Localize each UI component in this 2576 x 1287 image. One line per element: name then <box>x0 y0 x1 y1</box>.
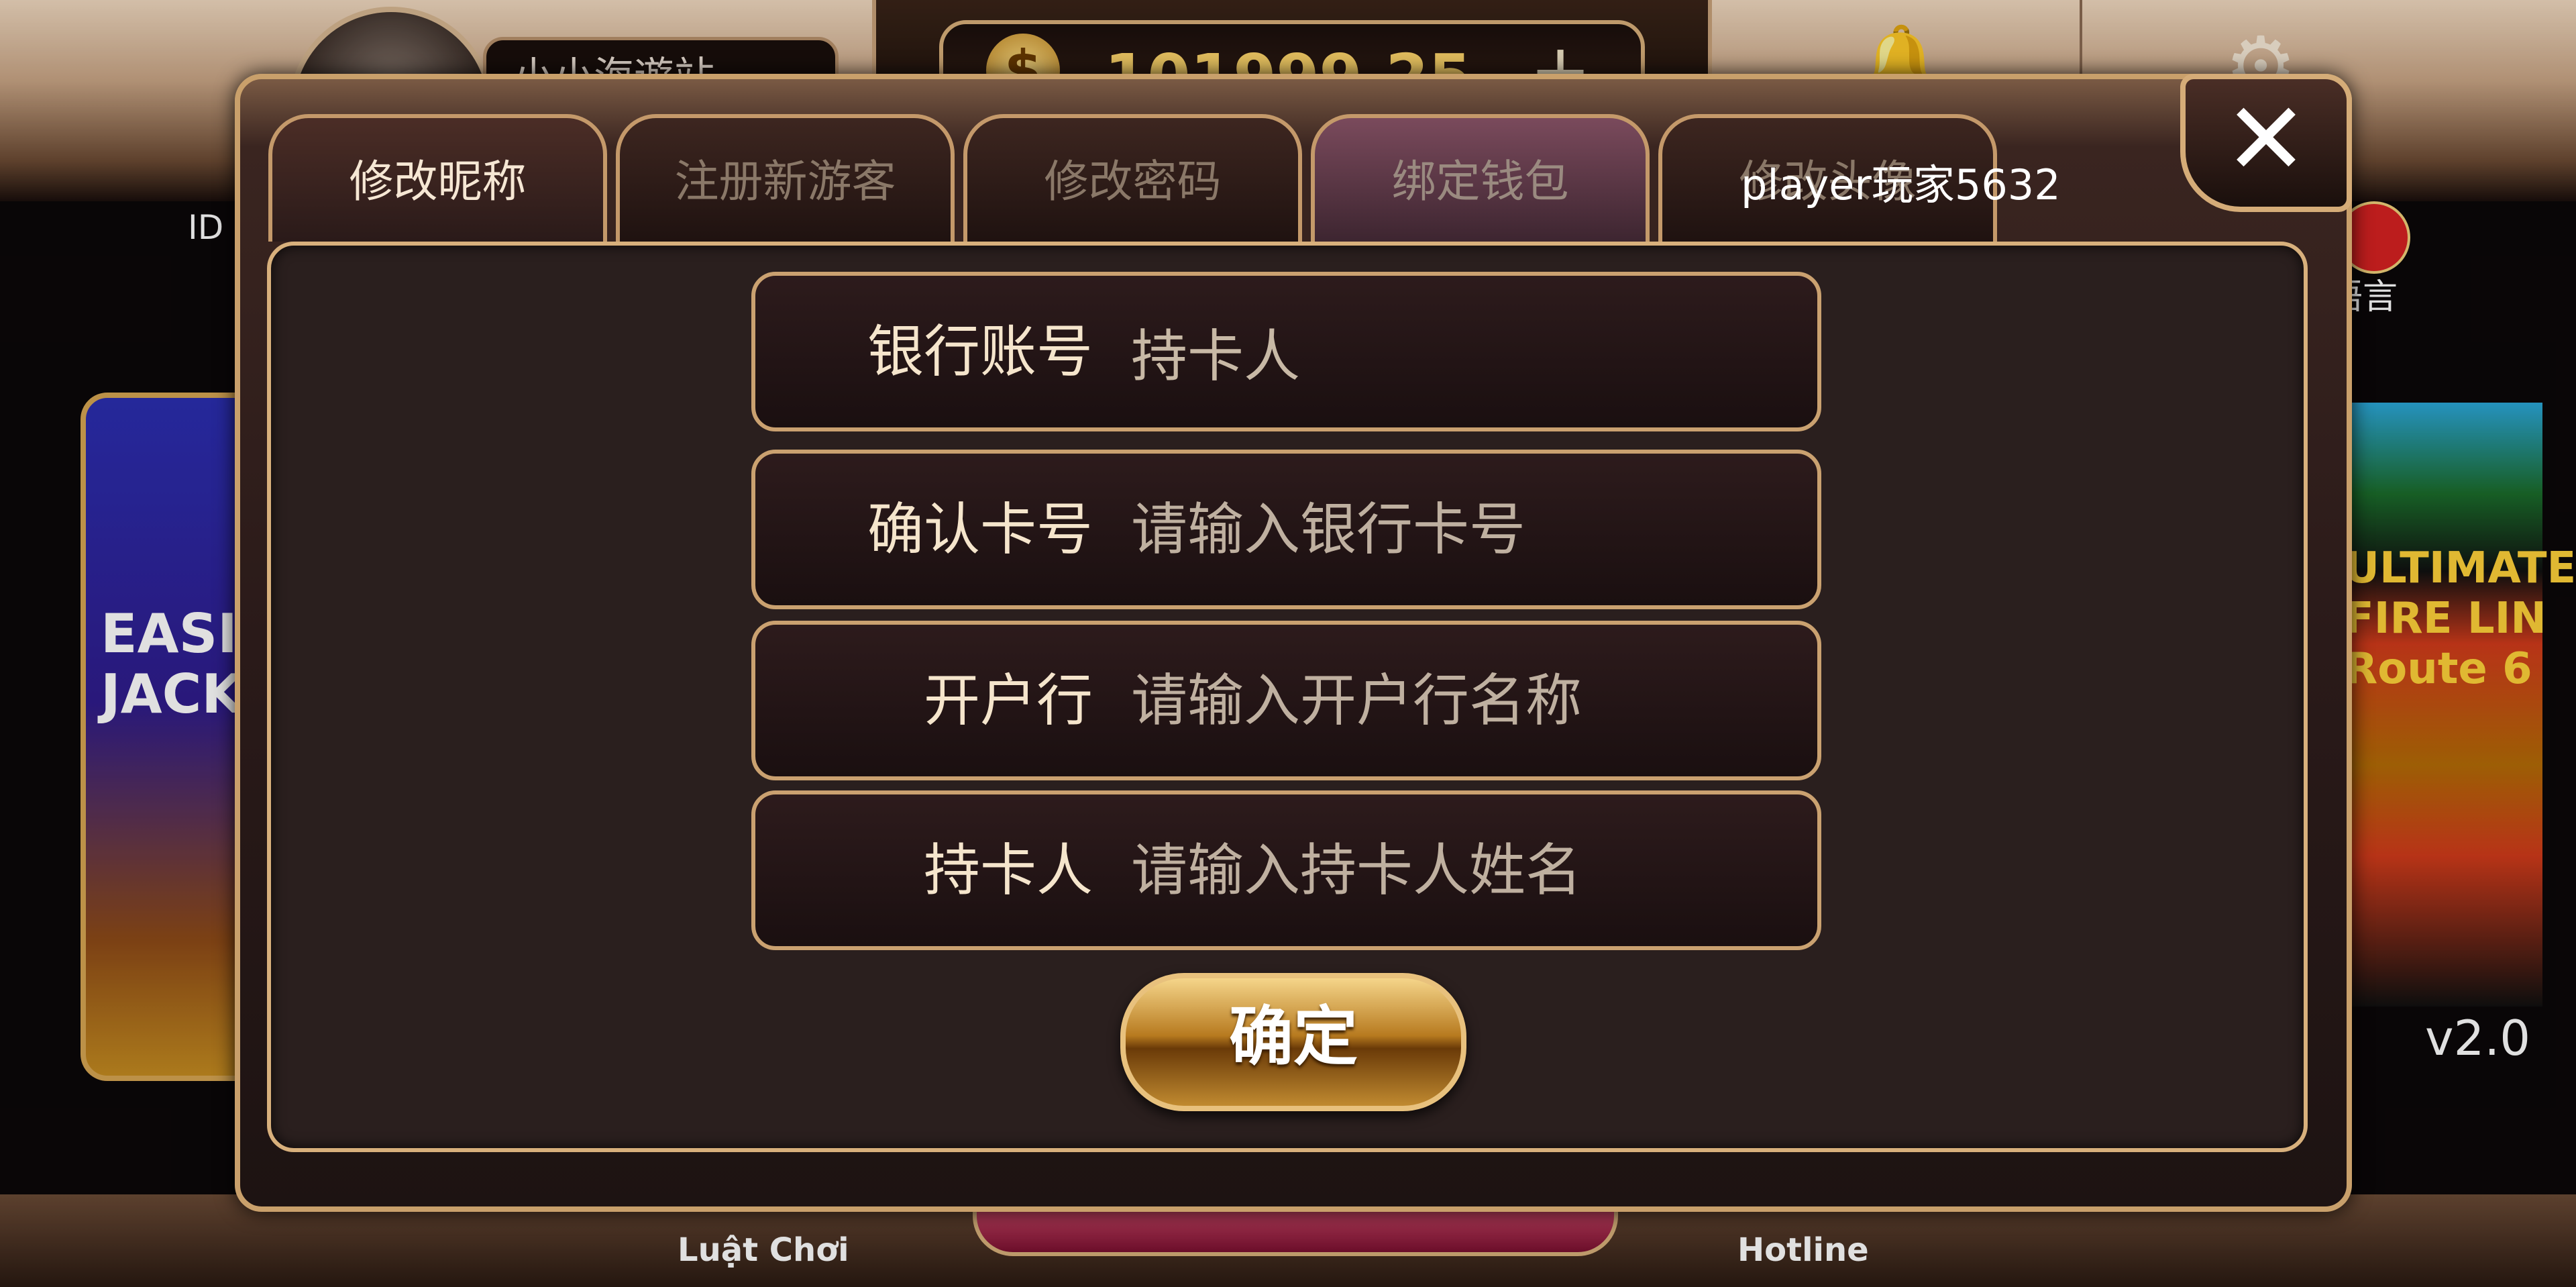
tab-bind-wallet[interactable]: 绑定钱包 <box>1311 114 1650 242</box>
confirm-button[interactable]: 确定 <box>1120 973 1466 1111</box>
tab-change-password[interactable]: 修改密码 <box>963 114 1302 242</box>
confirm-card-input[interactable] <box>1131 480 1788 578</box>
bank-account-input[interactable] <box>1131 303 1788 401</box>
player-name: player玩家5632 <box>1741 160 2061 209</box>
bank-account-label: 银行账号 <box>867 319 1093 384</box>
confirm-card-label: 确认卡号 <box>867 497 1093 562</box>
cardholder-label: 持卡人 <box>923 837 1093 903</box>
bank-name-label: 开户行 <box>923 668 1093 733</box>
cardholder-row: 持卡人 <box>751 790 1821 950</box>
bank-account-row: 银行账号 <box>751 272 1821 431</box>
tab-change-nickname[interactable]: 修改昵称 <box>268 114 607 242</box>
confirm-card-row: 确认卡号 <box>751 450 1821 609</box>
cardholder-input[interactable] <box>1131 821 1788 919</box>
bank-name-input[interactable] <box>1131 652 1788 750</box>
close-button[interactable]: ✕ <box>2180 74 2352 212</box>
bank-name-row: 开户行 <box>751 621 1821 780</box>
tab-register-guest[interactable]: 注册新游客 <box>616 114 955 242</box>
